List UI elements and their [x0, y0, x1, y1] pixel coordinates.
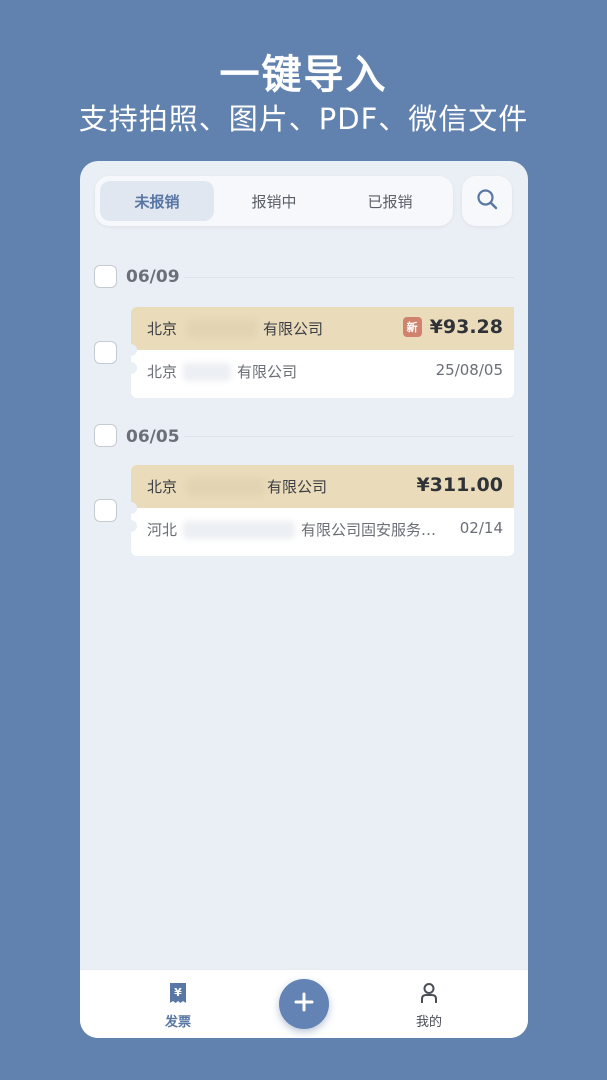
redacted-text: [187, 319, 258, 338]
invoice-buyer: 北京 有限公司: [147, 362, 298, 381]
promo-subtitle: 支持拍照、图片、PDF、微信文件: [78, 102, 529, 136]
group-date: 06/09: [126, 267, 180, 287]
invoice-select-checkbox[interactable]: [94, 499, 117, 522]
invoice-seller: 北京 有限公司: [147, 477, 328, 496]
nav-mine[interactable]: 我的: [389, 982, 469, 1030]
search-button[interactable]: [462, 176, 512, 226]
new-badge: 新: [402, 317, 422, 337]
nav-invoices[interactable]: ¥ 发票: [138, 982, 218, 1030]
add-invoice-button[interactable]: [279, 979, 329, 1029]
invoice-card[interactable]: 北京 有限公司 新 ¥93.28 北京 有限公司 25/08/05: [125, 307, 514, 398]
app-screen: 未报销 报销中 已报销 06/09 北京 有限公司 新 ¥93.28 北京 有限…: [80, 161, 528, 1038]
person-icon: [419, 983, 439, 1008]
invoice-buyer: 河北 有限公司固安服务…: [147, 520, 437, 539]
ticket-notch: [125, 502, 137, 514]
redacted-text: [183, 520, 296, 539]
promo-title: 一键导入: [219, 52, 388, 98]
invoice-date: 02/14: [459, 519, 503, 537]
status-tabs: 未报销 报销中 已报销: [95, 176, 453, 226]
group-date: 06/05: [126, 427, 180, 447]
receipt-icon: ¥: [168, 983, 188, 1008]
group-select-checkbox[interactable]: [94, 424, 117, 447]
tab-unreimbursed[interactable]: 未报销: [100, 181, 214, 221]
ticket-notch: [125, 362, 137, 374]
group-select-checkbox[interactable]: [94, 265, 117, 288]
group-divider: [184, 436, 514, 437]
invoice-amount: 新 ¥93.28: [402, 316, 503, 338]
search-icon: [476, 188, 498, 214]
redacted-text: [187, 477, 266, 496]
tab-in-reimbursement[interactable]: 报销中: [217, 181, 331, 221]
nav-mine-label: 我的: [415, 1015, 442, 1030]
tab-reimbursed[interactable]: 已报销: [333, 181, 447, 221]
redacted-text: [183, 362, 232, 381]
invoice-select-checkbox[interactable]: [94, 341, 117, 364]
group-divider: [184, 277, 514, 278]
ticket-notch: [125, 344, 137, 356]
plus-icon: [294, 992, 314, 1016]
svg-text:¥: ¥: [174, 986, 182, 999]
invoice-amount: ¥311.00: [416, 474, 503, 496]
invoice-date: 25/08/05: [435, 361, 503, 379]
invoice-card[interactable]: 北京 有限公司 ¥311.00 河北 有限公司固安服务… 02/14: [125, 465, 514, 556]
nav-invoices-label: 发票: [164, 1015, 191, 1030]
ticket-notch: [125, 520, 137, 532]
invoice-seller: 北京 有限公司: [147, 319, 324, 338]
